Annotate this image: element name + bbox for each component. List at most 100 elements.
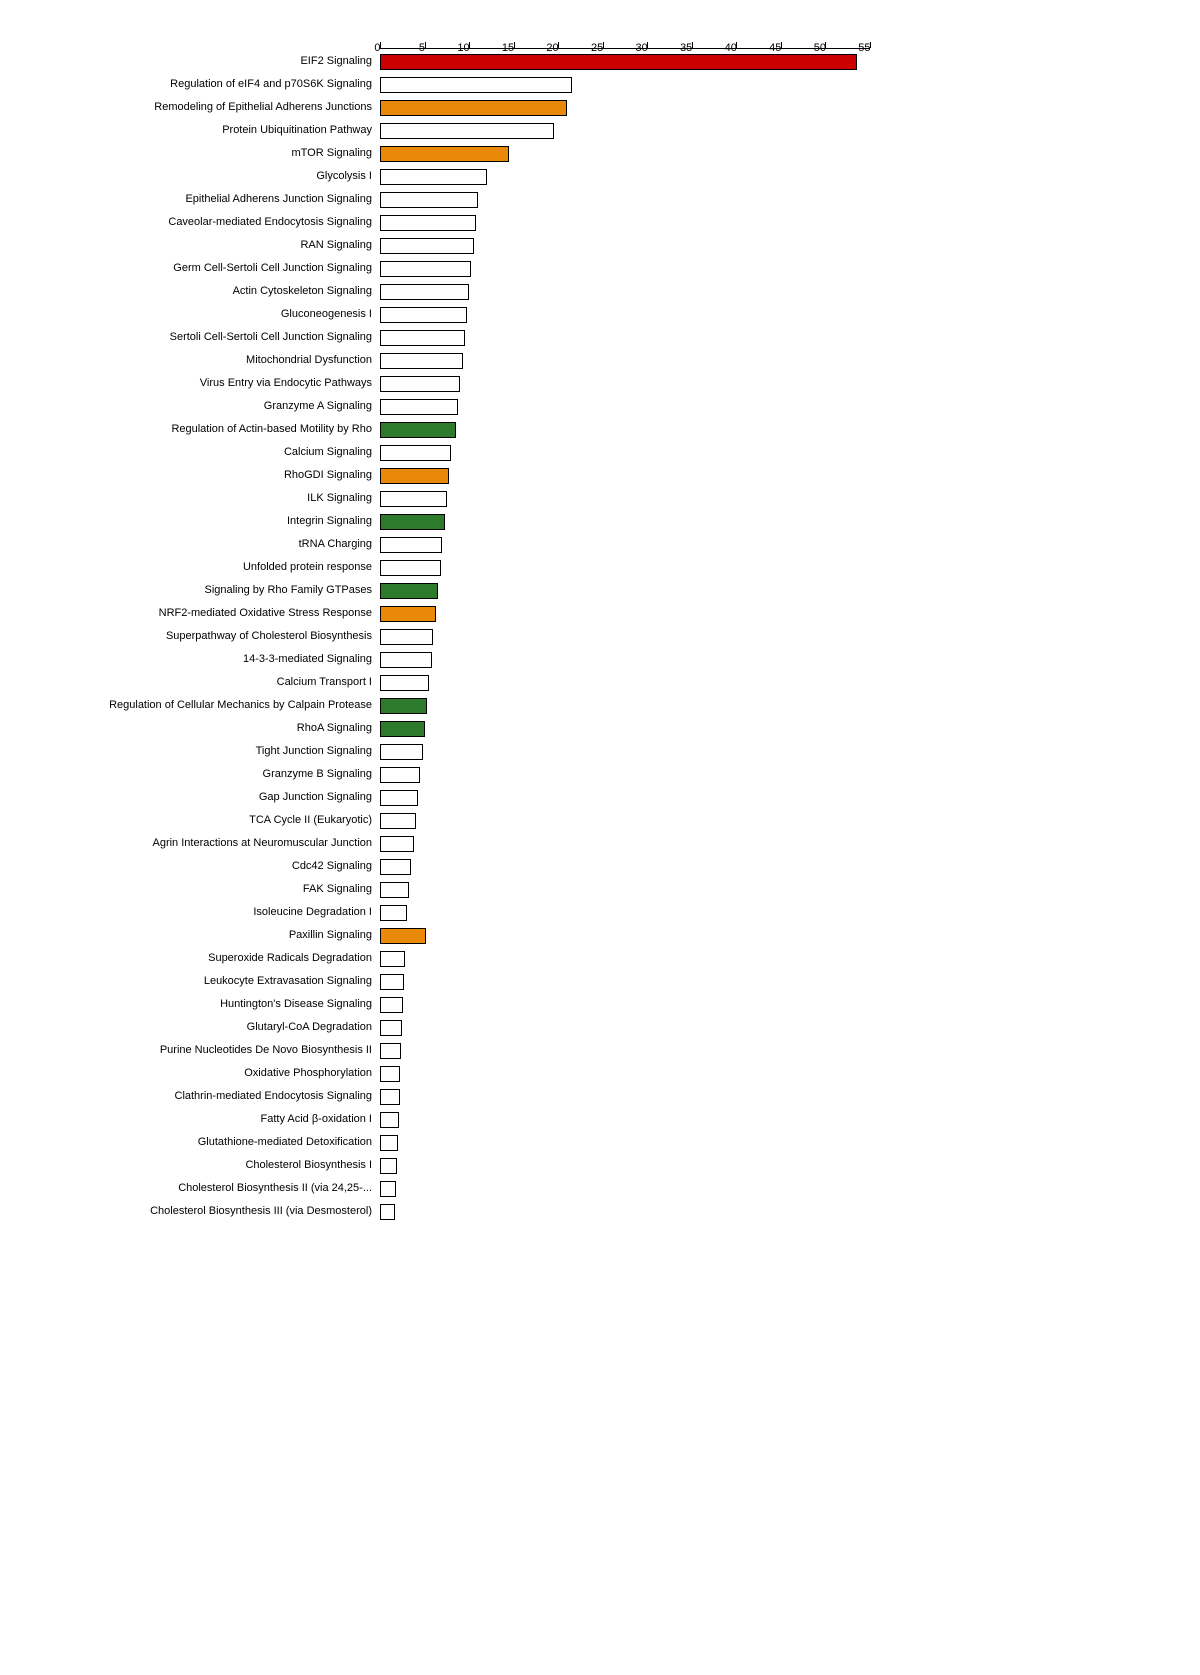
bar-label: Protein Ubiquitination Pathway bbox=[20, 124, 380, 137]
bar-label: TCA Cycle II (Eukaryotic) bbox=[20, 814, 380, 827]
bar-area bbox=[380, 1203, 870, 1221]
bar-label: Regulation of eIF4 and p70S6K Signaling bbox=[20, 78, 380, 91]
x-axis-tick: 40 bbox=[736, 42, 737, 48]
bar-row: Calcium Signaling bbox=[20, 442, 880, 464]
bar-row: Actin Cytoskeleton Signaling bbox=[20, 281, 880, 303]
bar-row: Glycolysis I bbox=[20, 166, 880, 188]
bar-area bbox=[380, 605, 870, 623]
bar-label: Virus Entry via Endocytic Pathways bbox=[20, 377, 380, 390]
bar-label: Superoxide Radicals Degradation bbox=[20, 952, 380, 965]
bar-element bbox=[380, 146, 509, 162]
bar-row: Regulation of Cellular Mechanics by Calp… bbox=[20, 695, 880, 717]
bar-area bbox=[380, 99, 870, 117]
bar-element bbox=[380, 905, 407, 921]
bar-area bbox=[380, 191, 870, 209]
bar-element bbox=[380, 606, 436, 622]
bar-row: Cholesterol Biosynthesis III (via Desmos… bbox=[20, 1201, 880, 1223]
bar-element bbox=[380, 1204, 395, 1220]
bar-row: Mitochondrial Dysfunction bbox=[20, 350, 880, 372]
bar-element bbox=[380, 491, 447, 507]
bar-element bbox=[380, 698, 427, 714]
bar-row: Clathrin-mediated Endocytosis Signaling bbox=[20, 1086, 880, 1108]
bar-label: Calcium Signaling bbox=[20, 446, 380, 459]
bar-area bbox=[380, 904, 870, 922]
x-axis-tick: 50 bbox=[825, 42, 826, 48]
bar-area bbox=[380, 628, 870, 646]
bar-row: Tight Junction Signaling bbox=[20, 741, 880, 763]
bar-area bbox=[380, 582, 870, 600]
bar-row: Paxillin Signaling bbox=[20, 925, 880, 947]
x-axis-tick: 30 bbox=[647, 42, 648, 48]
bar-element bbox=[380, 284, 469, 300]
bar-area bbox=[380, 1111, 870, 1129]
x-axis-tick: 25 bbox=[603, 42, 604, 48]
bar-row: mTOR Signaling bbox=[20, 143, 880, 165]
bar-area bbox=[380, 467, 870, 485]
bar-row: Gluconeogenesis I bbox=[20, 304, 880, 326]
bar-element bbox=[380, 951, 405, 967]
bar-area bbox=[380, 674, 870, 692]
bar-area bbox=[380, 766, 870, 784]
bar-area bbox=[380, 1019, 870, 1037]
bar-row: Remodeling of Epithelial Adherens Juncti… bbox=[20, 97, 880, 119]
bar-row: TCA Cycle II (Eukaryotic) bbox=[20, 810, 880, 832]
bar-element bbox=[380, 376, 460, 392]
bar-row: Glutaryl-CoA Degradation bbox=[20, 1017, 880, 1039]
x-axis-tick: 45 bbox=[781, 42, 782, 48]
bar-label: Oxidative Phosphorylation bbox=[20, 1067, 380, 1080]
bar-area bbox=[380, 168, 870, 186]
bar-row: Virus Entry via Endocytic Pathways bbox=[20, 373, 880, 395]
bar-label: Cholesterol Biosynthesis I bbox=[20, 1159, 380, 1172]
bar-element bbox=[380, 1158, 397, 1174]
bar-row: Protein Ubiquitination Pathway bbox=[20, 120, 880, 142]
bar-row: NRF2-mediated Oxidative Stress Response bbox=[20, 603, 880, 625]
bar-label: RhoGDI Signaling bbox=[20, 469, 380, 482]
bar-element bbox=[380, 54, 857, 70]
bar-label: Sertoli Cell-Sertoli Cell Junction Signa… bbox=[20, 331, 380, 344]
bar-area bbox=[380, 260, 870, 278]
bar-row: Regulation of eIF4 and p70S6K Signaling bbox=[20, 74, 880, 96]
x-axis-tick: 0 bbox=[380, 42, 381, 48]
bar-row: tRNA Charging bbox=[20, 534, 880, 556]
bar-row: ILK Signaling bbox=[20, 488, 880, 510]
bar-element bbox=[380, 1066, 400, 1082]
bar-label: Epithelial Adherens Junction Signaling bbox=[20, 193, 380, 206]
bar-label: RhoA Signaling bbox=[20, 722, 380, 735]
bar-row: RhoA Signaling bbox=[20, 718, 880, 740]
bar-row: EIF2 Signaling bbox=[20, 51, 880, 73]
bar-label: NRF2-mediated Oxidative Stress Response bbox=[20, 607, 380, 620]
bar-label: Gluconeogenesis I bbox=[20, 308, 380, 321]
bar-row: Cholesterol Biosynthesis II (via 24,25-.… bbox=[20, 1178, 880, 1200]
bar-element bbox=[380, 767, 420, 783]
bar-element bbox=[380, 169, 487, 185]
bar-label: ILK Signaling bbox=[20, 492, 380, 505]
x-axis-tick: 55 bbox=[870, 42, 871, 48]
bar-label: Superpathway of Cholesterol Biosynthesis bbox=[20, 630, 380, 643]
bar-label: Unfolded protein response bbox=[20, 561, 380, 574]
bar-label: Paxillin Signaling bbox=[20, 929, 380, 942]
bar-label: Purine Nucleotides De Novo Biosynthesis … bbox=[20, 1044, 380, 1057]
bar-element bbox=[380, 997, 403, 1013]
bar-area bbox=[380, 1088, 870, 1106]
bar-element bbox=[380, 192, 478, 208]
bar-row: Oxidative Phosphorylation bbox=[20, 1063, 880, 1085]
bar-element bbox=[380, 468, 449, 484]
bars-container: EIF2 Signaling Regulation of eIF4 and p70… bbox=[20, 51, 880, 1223]
bar-row: RhoGDI Signaling bbox=[20, 465, 880, 487]
bar-area bbox=[380, 697, 870, 715]
bar-label: Tight Junction Signaling bbox=[20, 745, 380, 758]
bar-element bbox=[380, 1181, 396, 1197]
bar-label: Glycolysis I bbox=[20, 170, 380, 183]
bar-label: Gap Junction Signaling bbox=[20, 791, 380, 804]
bar-area bbox=[380, 651, 870, 669]
bar-row: Epithelial Adherens Junction Signaling bbox=[20, 189, 880, 211]
x-axis-ticks: 0510152025303540455055 bbox=[380, 24, 870, 48]
bar-row: Purine Nucleotides De Novo Biosynthesis … bbox=[20, 1040, 880, 1062]
bar-element bbox=[380, 813, 416, 829]
bar-area bbox=[380, 145, 870, 163]
x-axis-tick: 35 bbox=[692, 42, 693, 48]
bar-element bbox=[380, 859, 411, 875]
bar-element bbox=[380, 675, 429, 691]
bar-area bbox=[380, 53, 870, 71]
bar-area bbox=[380, 1042, 870, 1060]
